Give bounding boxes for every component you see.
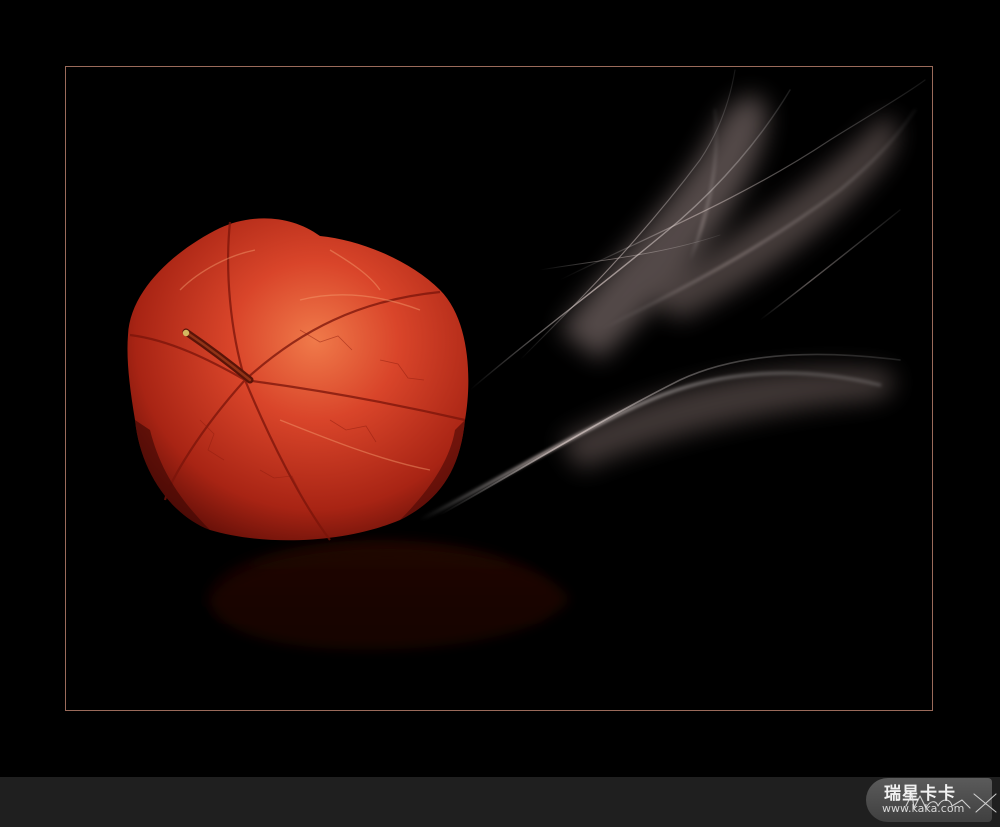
photo-frame-border — [65, 66, 933, 711]
bottom-bar — [0, 777, 1000, 827]
photo-canvas: 瑞星卡卡 www.kaka.com — [0, 0, 1000, 827]
handwritten-signature-icon — [905, 793, 997, 813]
